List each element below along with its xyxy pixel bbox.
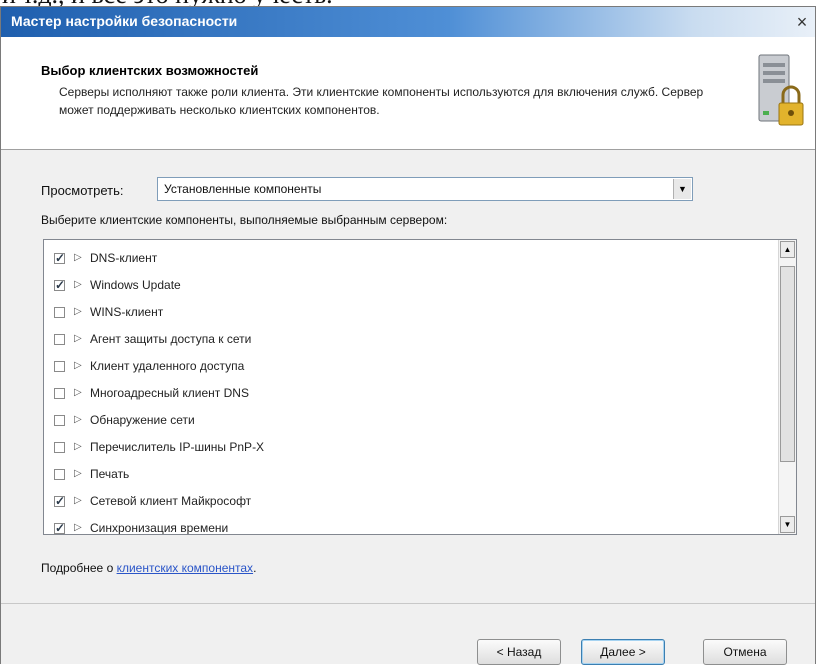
list-item[interactable]: ▷ Агент защиты доступа к сети [44,327,778,354]
expand-arrow-icon[interactable]: ▷ [74,467,82,481]
list-item-label: Клиент удаленного доступа [90,359,245,373]
list-item[interactable]: ▷ Печать [44,462,778,489]
list-item[interactable]: ▷ WINS-клиент [44,300,778,327]
checkbox[interactable]: ✓ [54,279,65,291]
security-wizard-window: Мастер настройки безопасности × Выбор кл… [0,6,816,665]
next-button[interactable]: Далее > [581,639,665,665]
checkbox[interactable]: ✓ [54,252,65,264]
checkbox[interactable] [54,415,65,426]
list-item-label: Многоадресный клиент DNS [90,386,249,400]
list-item[interactable]: ✓ ▷ Сетевой клиент Майкрософт [44,489,778,516]
checkbox[interactable]: ✓ [54,522,65,534]
list-item[interactable]: ▷ Многоадресный клиент DNS [44,381,778,408]
view-dropdown[interactable]: Установленные компоненты ▼ [157,177,693,201]
list-item-label: Перечислитель IP-шины PnP-X [90,440,265,454]
list-item-label: Агент защиты доступа к сети [90,332,252,346]
expand-arrow-icon[interactable]: ▷ [74,413,82,427]
checkbox[interactable]: ✓ [54,495,65,507]
list-item[interactable]: ✓ ▷ DNS-клиент [44,246,778,273]
list-item[interactable]: ▷ Обнаружение сети [44,408,778,435]
window-title: Мастер настройки безопасности [11,13,238,29]
more-info-suffix: . [253,561,257,575]
list-item[interactable]: ▷ Клиент удаленного доступа [44,354,778,381]
expand-arrow-icon[interactable]: ▷ [74,251,82,265]
close-icon[interactable]: × [791,11,813,33]
server-lock-icon [758,54,804,126]
list-item-label: WINS-клиент [90,305,164,319]
checkbox[interactable] [54,442,65,453]
cancel-button[interactable]: Отмена [703,639,787,665]
expand-arrow-icon[interactable]: ▷ [74,278,82,292]
view-label: Просмотреть: [41,183,124,198]
client-components-list[interactable]: ✓ ▷ DNS-клиент ✓ ▷ Windows Update ▷ WINS… [43,239,797,535]
back-button[interactable]: < Назад [477,639,561,665]
page-description: Серверы исполняют также роли клиента. Эт… [59,85,704,117]
title-bar[interactable]: Мастер настройки безопасности × [1,7,815,37]
list-item-label: Обнаружение сети [90,413,195,427]
list-item-label: DNS-клиент [90,251,158,265]
list-item-label: Печать [90,467,130,481]
view-selected-value: Установленные компоненты [164,182,322,196]
more-info-prefix: Подробнее о [41,561,117,575]
scrollbar-thumb[interactable] [780,266,795,462]
expand-arrow-icon[interactable]: ▷ [74,440,82,454]
checkbox[interactable] [54,361,65,372]
scroll-down-icon[interactable]: ▼ [780,516,795,533]
list-scrollbar[interactable]: ▲ ▼ [778,240,796,534]
more-info: Подробнее о клиентских компонентах. [41,561,256,575]
list-items: ✓ ▷ DNS-клиент ✓ ▷ Windows Update ▷ WINS… [44,246,778,535]
scroll-up-icon[interactable]: ▲ [780,241,795,258]
page-title: Выбор клиентских возможностей [41,63,259,78]
expand-arrow-icon[interactable]: ▷ [74,386,82,400]
list-item[interactable]: ▷ Перечислитель IP-шины PnP-X [44,435,778,462]
list-item[interactable]: ✓ ▷ Windows Update [44,273,778,300]
list-item-label: Windows Update [90,278,181,292]
list-item-label: Сетевой клиент Майкрософт [90,494,252,508]
expand-arrow-icon[interactable]: ▷ [74,521,82,534]
button-bar: < Назад Далее > Отмена [1,603,815,665]
chevron-down-icon[interactable]: ▼ [673,179,691,199]
checkbox[interactable] [54,469,65,480]
expand-arrow-icon[interactable]: ▷ [74,359,82,373]
wizard-header: Выбор клиентских возможностей Серверы ис… [1,37,815,150]
list-item[interactable]: ✓ ▷ Синхронизация времени [44,516,778,535]
checkbox[interactable] [54,388,65,399]
expand-arrow-icon[interactable]: ▷ [74,494,82,508]
expand-arrow-icon[interactable]: ▷ [74,332,82,346]
list-caption: Выберите клиентские компоненты, выполняе… [41,213,448,227]
expand-arrow-icon[interactable]: ▷ [74,305,82,319]
checkbox[interactable] [54,334,65,345]
list-item-label: Синхронизация времени [90,521,229,535]
checkbox[interactable] [54,307,65,318]
client-components-link[interactable]: клиентских компонентах [117,561,253,575]
